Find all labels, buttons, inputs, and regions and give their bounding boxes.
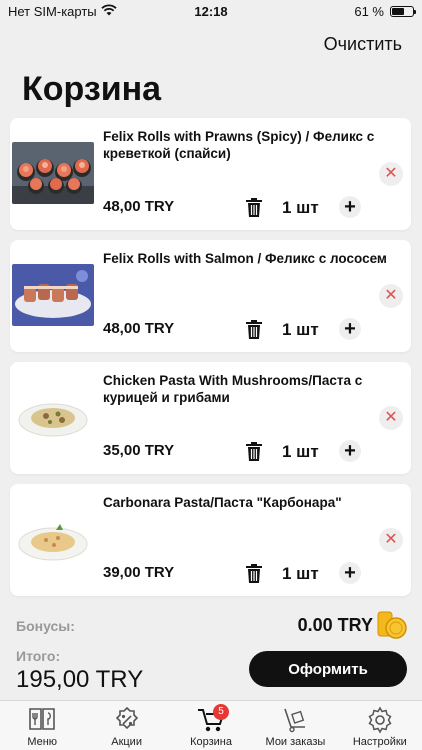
sushi-rolls-salmon-image bbox=[12, 264, 94, 326]
cart-item: Felix Rolls with Prawns (Spicy) / Феликс… bbox=[10, 118, 411, 230]
trash-icon[interactable] bbox=[244, 196, 264, 218]
cart-item: Carbonara Pasta/Паста "Карбонара" 39,00 … bbox=[10, 484, 411, 596]
coins-icon bbox=[376, 610, 408, 640]
item-quantity: 1 шт bbox=[282, 564, 319, 583]
battery-icon bbox=[390, 6, 416, 17]
battery-percent: 61 % bbox=[354, 4, 384, 19]
remove-item-button[interactable]: ✕ bbox=[379, 162, 403, 186]
page-title: Корзина bbox=[22, 70, 162, 108]
menu-book-icon bbox=[29, 708, 56, 730]
status-bar: Нет SIM-карты 12:18 61 % bbox=[0, 0, 422, 24]
cart-item: Felix Rolls with Salmon / Феликс с лосос… bbox=[10, 240, 411, 352]
tab-settings[interactable]: Настройки bbox=[338, 701, 422, 750]
tab-menu[interactable]: Меню bbox=[0, 701, 84, 750]
item-quantity: 1 шт bbox=[282, 320, 319, 339]
discount-badge-icon bbox=[115, 706, 138, 730]
item-name: Felix Rolls with Salmon / Феликс с лосос… bbox=[103, 251, 387, 266]
tab-label: Настройки bbox=[352, 736, 407, 748]
increase-quantity-button[interactable]: + bbox=[339, 562, 361, 584]
item-price: 39,00 TRY bbox=[103, 564, 175, 581]
item-quantity: 1 шт bbox=[282, 442, 319, 461]
item-price: 35,00 TRY bbox=[103, 442, 175, 459]
item-price: 48,00 TRY bbox=[103, 320, 175, 337]
tab-label: Акции bbox=[111, 736, 142, 748]
trash-icon[interactable] bbox=[244, 562, 264, 584]
tab-label: Мои заказы bbox=[265, 736, 326, 748]
remove-item-button[interactable]: ✕ bbox=[379, 406, 403, 430]
remove-item-button[interactable]: ✕ bbox=[379, 528, 403, 552]
item-name: Felix Rolls with Prawns (Spicy) / Феликс… bbox=[103, 129, 375, 161]
carbonara-pasta-image bbox=[12, 508, 94, 570]
item-quantity: 1 шт bbox=[282, 198, 319, 217]
item-name: Carbonara Pasta/Паста "Карбонара" bbox=[103, 495, 342, 510]
tab-promotions[interactable]: Акции bbox=[84, 701, 168, 750]
tab-label: Корзина bbox=[190, 736, 232, 748]
cart-list: Felix Rolls with Prawns (Spicy) / Феликс… bbox=[10, 118, 411, 606]
tab-cart[interactable]: 5 Корзина bbox=[169, 701, 253, 750]
tab-my-orders[interactable]: Мои заказы bbox=[253, 701, 337, 750]
trash-icon[interactable] bbox=[244, 440, 264, 462]
tab-label: Меню bbox=[27, 736, 58, 748]
status-right: 61 % bbox=[354, 4, 416, 19]
total-label: Итого: bbox=[16, 648, 61, 664]
clear-cart-button[interactable]: Очистить bbox=[324, 34, 402, 55]
increase-quantity-button[interactable]: + bbox=[339, 440, 361, 462]
remove-item-button[interactable]: ✕ bbox=[379, 284, 403, 308]
item-price: 48,00 TRY bbox=[103, 198, 175, 215]
increase-quantity-button[interactable]: + bbox=[339, 318, 361, 340]
bonus-value: 0.00 TRY bbox=[297, 615, 373, 635]
total-value: 195,00 TRY bbox=[16, 666, 144, 693]
tab-bar: Меню Акции 5 Корзина Мои заказы Настройк… bbox=[0, 700, 422, 750]
increase-quantity-button[interactable]: + bbox=[339, 196, 361, 218]
checkout-button[interactable]: Оформить bbox=[249, 651, 407, 687]
bonus-label: Бонусы: bbox=[16, 618, 75, 634]
cart-item: Chicken Pasta With Mushrooms/Паста с кур… bbox=[10, 362, 411, 474]
orders-dolly-icon bbox=[284, 708, 306, 733]
chicken-pasta-image bbox=[12, 386, 94, 448]
item-name: Chicken Pasta With Mushrooms/Паста с кур… bbox=[103, 373, 363, 405]
sushi-rolls-prawns-image bbox=[12, 142, 94, 204]
trash-icon[interactable] bbox=[244, 318, 264, 340]
battery-fill bbox=[392, 8, 405, 15]
gear-icon bbox=[368, 706, 392, 734]
cart-count-badge: 5 bbox=[213, 704, 230, 720]
